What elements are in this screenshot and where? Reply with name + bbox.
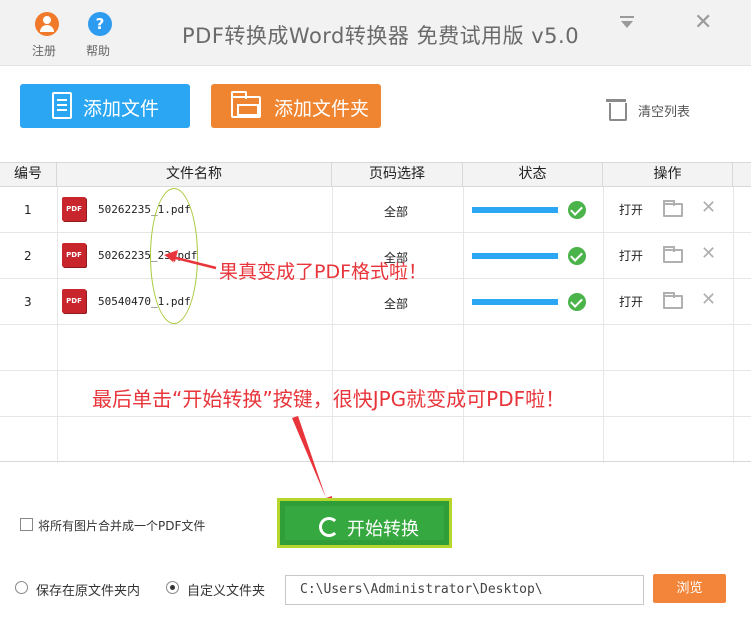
- success-check-icon: [568, 201, 586, 219]
- open-button[interactable]: 打开: [619, 247, 643, 264]
- row-index: 3: [24, 295, 32, 309]
- scrollbar-header: [733, 163, 751, 187]
- open-button[interactable]: 打开: [619, 201, 643, 218]
- delete-icon[interactable]: ✕: [701, 199, 716, 217]
- start-convert-label: 开始转换: [347, 519, 419, 540]
- merge-images-label[interactable]: 将所有图片合并成一个PDF文件: [38, 517, 205, 534]
- custom-folder-label[interactable]: 自定义文件夹: [187, 580, 265, 599]
- open-button[interactable]: 打开: [619, 293, 643, 310]
- annotation-note-pdf: 果真变成了PDF格式啦！: [219, 261, 428, 283]
- success-check-icon: [568, 247, 586, 265]
- column-header-status: 状态: [463, 163, 603, 187]
- pdf-file-icon: PDF: [62, 289, 86, 313]
- save-original-label[interactable]: 保存在原文件夹内: [36, 580, 140, 599]
- folder-icon: [231, 91, 261, 118]
- title-bar: 注册 ? 帮助 PDF转换成Word转换器 免费试用版 v5.0 ✕: [0, 0, 751, 66]
- close-icon[interactable]: ✕: [694, 12, 712, 34]
- row-index: 1: [24, 203, 32, 217]
- add-file-label: 添加文件: [83, 98, 160, 120]
- column-header-actions: 操作: [603, 163, 733, 187]
- annotation-note-start: 最后单击“开始转换”按键，很快JPG就变成可PDF啦！: [92, 387, 566, 411]
- file-table: 编号 文件名称 页码选择 状态 操作 1 PDF 50262235_1.pdf …: [0, 162, 751, 463]
- delete-icon[interactable]: ✕: [701, 291, 716, 309]
- annotation-ellipse: [150, 188, 198, 324]
- add-folder-label: 添加文件夹: [274, 98, 370, 120]
- progress-bar: [472, 253, 558, 259]
- add-folder-button[interactable]: 添加文件夹: [211, 84, 381, 128]
- progress-bar: [472, 299, 558, 305]
- row-pages[interactable]: 全部: [384, 295, 408, 312]
- column-header-filename: 文件名称: [57, 163, 332, 187]
- column-header-pages: 页码选择: [332, 163, 463, 187]
- register-icon[interactable]: [35, 12, 59, 36]
- delete-icon[interactable]: ✕: [701, 245, 716, 263]
- register-label[interactable]: 注册: [32, 42, 56, 59]
- merge-images-checkbox[interactable]: [20, 518, 33, 531]
- save-original-radio[interactable]: [15, 581, 28, 594]
- row-pages[interactable]: 全部: [384, 203, 408, 220]
- document-icon: [52, 92, 72, 119]
- open-folder-icon[interactable]: [663, 246, 683, 263]
- start-convert-button[interactable]: 开始转换: [277, 498, 452, 548]
- custom-folder-radio[interactable]: [166, 581, 179, 594]
- refresh-icon: [319, 517, 339, 537]
- success-check-icon: [568, 293, 586, 311]
- browse-button[interactable]: 浏览: [653, 574, 726, 603]
- help-label[interactable]: 帮助: [86, 42, 110, 59]
- trash-icon: [606, 97, 627, 121]
- add-file-button[interactable]: 添加文件: [20, 84, 190, 128]
- open-folder-icon[interactable]: [663, 292, 683, 309]
- minimize-icon[interactable]: [618, 16, 636, 30]
- pdf-file-icon: PDF: [62, 243, 86, 267]
- table-header: 编号 文件名称 页码选择 状态 操作: [0, 163, 751, 187]
- app-title: PDF转换成Word转换器 免费试用版 v5.0: [182, 24, 580, 48]
- row-index: 2: [24, 249, 32, 263]
- open-folder-icon[interactable]: [663, 200, 683, 217]
- progress-bar: [472, 207, 558, 213]
- column-header-index: 编号: [0, 163, 57, 187]
- output-path-input[interactable]: C:\Users\Administrator\Desktop\: [285, 575, 644, 605]
- pdf-file-icon: PDF: [62, 197, 86, 221]
- help-icon[interactable]: ?: [88, 12, 112, 36]
- clear-list-label: 清空列表: [638, 105, 691, 120]
